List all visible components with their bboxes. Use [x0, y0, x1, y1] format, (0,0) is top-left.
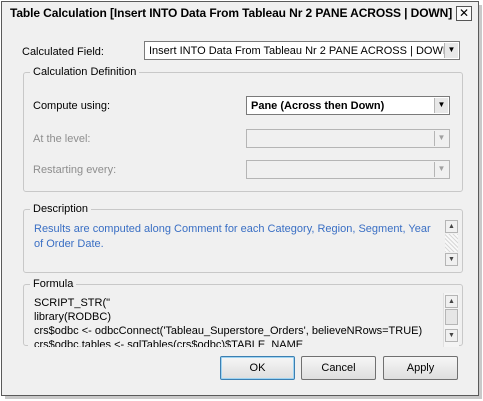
description-scrollbar[interactable]: ▲ ▼	[444, 218, 459, 269]
compute-using-dropdown[interactable]: Pane (Across then Down) ▼	[246, 96, 450, 115]
scroll-up-icon[interactable]: ▲	[445, 295, 458, 308]
chevron-down-icon: ▼	[444, 43, 458, 58]
formula-line: SCRIPT_STR("	[34, 297, 111, 309]
chevron-down-icon: ▼	[434, 162, 448, 177]
description-title: Description	[30, 203, 92, 215]
formula-title: Formula	[30, 278, 77, 290]
calculated-field-value: Insert INTO Data From Tableau Nr 2 PANE …	[149, 45, 451, 57]
cancel-button[interactable]: Cancel	[301, 356, 376, 380]
scroll-up-icon[interactable]: ▲	[445, 220, 458, 233]
table-calculation-dialog: Table Calculation [Insert INTO Data From…	[1, 1, 479, 396]
description-text: Results are computed along Comment for e…	[34, 223, 431, 250]
scroll-down-icon[interactable]: ▼	[445, 329, 458, 342]
formula-line: library(RODBC)	[34, 311, 111, 323]
calculated-field-label: Calculated Field:	[22, 46, 104, 58]
formula-box[interactable]: SCRIPT_STR(" library(RODBC) crs$odbc <- …	[28, 293, 459, 347]
formula-line: crs$odbc.tables <- sqlTables(crs$odbc)$T…	[34, 339, 304, 347]
chevron-down-icon: ▼	[434, 98, 448, 113]
calculated-field-dropdown[interactable]: Insert INTO Data From Tableau Nr 2 PANE …	[144, 41, 460, 60]
calculation-definition-group: Calculation Definition Compute using: Pa…	[23, 66, 463, 192]
chevron-down-icon: ▼	[434, 131, 448, 146]
apply-button[interactable]: Apply	[383, 356, 458, 380]
at-the-level-label: At the level:	[33, 133, 91, 145]
formula-group: Formula SCRIPT_STR(" library(RODBC) crs$…	[23, 278, 463, 347]
at-the-level-dropdown[interactable]: ▼	[246, 129, 450, 148]
compute-using-label: Compute using:	[33, 100, 111, 112]
dialog-title: Table Calculation [Insert INTO Data From…	[10, 6, 453, 20]
title-bar: Table Calculation [Insert INTO Data From…	[2, 2, 478, 24]
close-button[interactable]: ✕	[456, 6, 472, 21]
formula-line: crs$odbc <- odbcConnect('Tableau_Superst…	[34, 325, 423, 337]
scroll-track[interactable]	[445, 234, 458, 252]
restarting-every-dropdown[interactable]: ▼	[246, 160, 450, 179]
formula-scrollbar[interactable]: ▲ ▼	[443, 293, 459, 347]
scroll-thumb[interactable]	[445, 309, 458, 325]
description-box: Results are computed along Comment for e…	[28, 218, 459, 269]
calculation-definition-title: Calculation Definition	[30, 66, 140, 78]
scroll-down-icon[interactable]: ▼	[445, 253, 458, 266]
restarting-every-label: Restarting every:	[33, 164, 117, 176]
ok-button[interactable]: OK	[220, 356, 295, 380]
close-icon: ✕	[458, 6, 470, 20]
description-group: Description Results are computed along C…	[23, 203, 463, 273]
compute-using-value: Pane (Across then Down)	[251, 100, 385, 112]
